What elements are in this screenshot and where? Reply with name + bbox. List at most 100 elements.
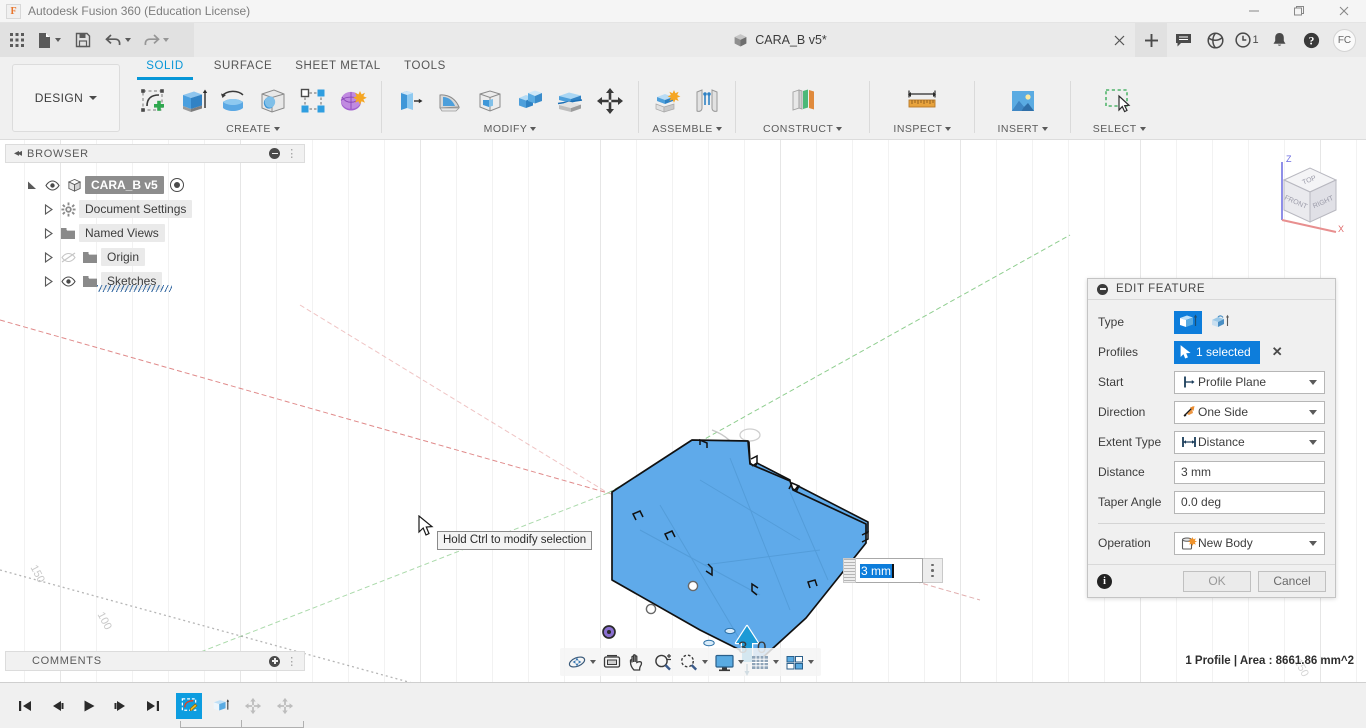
- direction-dropdown[interactable]: One Side: [1174, 400, 1325, 424]
- tree-node-sketches[interactable]: Sketches: [5, 269, 305, 293]
- twisty-closed-icon[interactable]: [43, 251, 57, 263]
- twisty-closed-icon[interactable]: [43, 203, 57, 215]
- minimize-button[interactable]: [1231, 0, 1276, 23]
- timeline-jump-start-button[interactable]: [12, 691, 38, 721]
- app-grid-icon[interactable]: [0, 23, 34, 57]
- timeline-step-back-button[interactable]: [44, 691, 70, 721]
- fillet-button[interactable]: [431, 81, 469, 121]
- document-tab[interactable]: CARA_B v5*: [733, 33, 827, 48]
- tab-solid[interactable]: SOLID: [130, 57, 200, 79]
- pan-look-at-button[interactable]: [599, 648, 625, 676]
- create-sketch-button[interactable]: [134, 81, 172, 121]
- undo-caret-icon[interactable]: [125, 38, 131, 42]
- zoom-button[interactable]: [650, 648, 676, 676]
- globe-icon[interactable]: [1199, 23, 1231, 57]
- grid-settings-button[interactable]: [747, 648, 782, 676]
- tree-node-root[interactable]: CARA_B v5: [5, 173, 305, 197]
- extrude-profile-type-icon[interactable]: [1174, 310, 1202, 334]
- eye-visible-icon[interactable]: [57, 275, 79, 287]
- comment-icon[interactable]: [1167, 23, 1199, 57]
- timeline-play-button[interactable]: [76, 691, 102, 721]
- help-icon[interactable]: ?: [1295, 23, 1327, 57]
- timeline-step-forward-button[interactable]: [108, 691, 134, 721]
- tree-node-origin[interactable]: Origin: [5, 245, 305, 269]
- timeline-extrude-feature[interactable]: [208, 693, 234, 719]
- redo-icon[interactable]: [140, 23, 172, 57]
- canvas-dimension-input[interactable]: 3 mm: [843, 558, 943, 583]
- activate-component-radio[interactable]: [169, 178, 184, 192]
- rectangular-pattern-button[interactable]: [294, 81, 332, 121]
- dialog-collapse-icon[interactable]: [1097, 283, 1108, 295]
- extrude-taper-type-icon[interactable]: [1206, 311, 1234, 334]
- notification-bell-icon[interactable]: [1263, 23, 1295, 57]
- new-document-caret-icon[interactable]: [55, 38, 61, 42]
- redo-caret-icon[interactable]: [163, 38, 169, 42]
- revolve-button[interactable]: [214, 81, 252, 121]
- taper-angle-field[interactable]: 0.0 deg: [1174, 490, 1325, 514]
- panel-select-label[interactable]: SELECT: [1093, 121, 1146, 137]
- operation-dropdown[interactable]: New Body: [1174, 531, 1325, 555]
- tab-surface[interactable]: SURFACE: [200, 57, 286, 79]
- chevron-down-icon[interactable]: [702, 660, 708, 664]
- info-icon[interactable]: i: [1097, 573, 1112, 589]
- chevron-down-icon[interactable]: [738, 660, 744, 664]
- select-mode-button[interactable]: [1100, 81, 1138, 121]
- joint-button[interactable]: [688, 81, 726, 121]
- twisty-open-icon[interactable]: [27, 180, 41, 191]
- collapse-left-icon[interactable]: ◂◂: [14, 148, 22, 159]
- eye-visible-icon[interactable]: [41, 179, 63, 191]
- new-design-tab-button[interactable]: [1135, 23, 1167, 57]
- panel-construct-label[interactable]: CONSTRUCT: [763, 121, 843, 137]
- chevron-down-icon[interactable]: [590, 660, 596, 664]
- timeline-move-feature-a[interactable]: [240, 693, 266, 719]
- combine-button[interactable]: [511, 81, 549, 121]
- move-copy-button[interactable]: [591, 81, 629, 121]
- comments-panel-header[interactable]: COMMENTS ⋮: [5, 651, 305, 671]
- panel-assemble-label[interactable]: ASSEMBLE: [652, 121, 722, 137]
- undo-icon[interactable]: [102, 23, 134, 57]
- browser-collapse-all-icon[interactable]: [269, 148, 281, 159]
- job-status-clock-icon[interactable]: 1: [1231, 23, 1263, 57]
- new-document-icon[interactable]: [34, 23, 64, 57]
- panel-modify-label[interactable]: MODIFY: [484, 121, 537, 137]
- panel-insert-label[interactable]: INSERT: [997, 121, 1048, 137]
- viewports-button[interactable]: [782, 648, 817, 676]
- extent-type-dropdown[interactable]: Distance: [1174, 430, 1325, 454]
- display-settings-button[interactable]: [711, 648, 747, 676]
- form-button[interactable]: [334, 81, 372, 121]
- tree-node-document-settings[interactable]: Document Settings: [5, 197, 305, 221]
- new-component-button[interactable]: [648, 81, 686, 121]
- dimension-drag-handle[interactable]: [843, 558, 856, 583]
- insert-mcmaster-button[interactable]: [1004, 81, 1042, 121]
- distance-field[interactable]: 3 mm: [1174, 460, 1325, 484]
- workspace-switcher[interactable]: DESIGN: [12, 64, 120, 132]
- orbit-button[interactable]: [564, 648, 599, 676]
- chevron-down-icon[interactable]: [773, 660, 779, 664]
- panel-resize-grip[interactable]: ⋮: [286, 655, 298, 668]
- timeline-sketch-feature[interactable]: [176, 692, 202, 719]
- save-icon[interactable]: [72, 23, 94, 57]
- offset-plane-button[interactable]: [784, 81, 822, 121]
- avatar[interactable]: FC: [1333, 28, 1356, 52]
- panel-create-label[interactable]: CREATE: [226, 121, 280, 137]
- shell-button[interactable]: [471, 81, 509, 121]
- twisty-closed-icon[interactable]: [43, 227, 57, 239]
- tree-node-named-views[interactable]: Named Views: [5, 221, 305, 245]
- extrude-button[interactable]: [174, 81, 212, 121]
- fit-button[interactable]: [676, 648, 711, 676]
- dialog-header[interactable]: EDIT FEATURE: [1088, 279, 1335, 300]
- tab-sheet-metal[interactable]: SHEET METAL: [286, 57, 390, 79]
- press-pull-button[interactable]: [391, 81, 429, 121]
- clear-selection-icon[interactable]: ✕: [1272, 344, 1283, 360]
- pan-button[interactable]: [625, 648, 650, 676]
- hole-button[interactable]: [254, 81, 292, 121]
- measure-button[interactable]: [903, 81, 941, 121]
- profiles-selection-chip[interactable]: 1 selected: [1174, 340, 1260, 364]
- chevron-down-icon[interactable]: [808, 660, 814, 664]
- view-cube[interactable]: Z X TOP FRONT RIGHT: [1264, 148, 1356, 238]
- add-comment-icon[interactable]: [269, 655, 281, 667]
- panel-resize-grip[interactable]: ⋮: [286, 147, 298, 160]
- maximize-restore-button[interactable]: [1276, 0, 1321, 23]
- tab-tools[interactable]: TOOLS: [390, 57, 460, 79]
- more-options-icon[interactable]: [923, 558, 943, 583]
